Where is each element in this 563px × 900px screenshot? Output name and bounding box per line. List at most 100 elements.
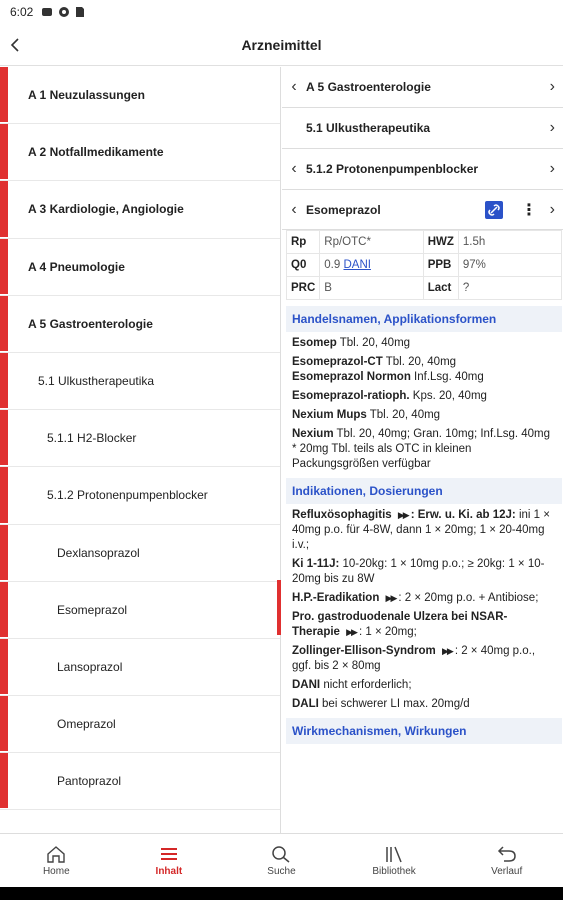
tab-label: Suche xyxy=(267,865,296,877)
tab-suche[interactable]: Suche xyxy=(225,834,338,887)
toc-item-marker xyxy=(0,67,8,123)
toc-item-marker xyxy=(0,467,8,523)
trade-name-item: Nexium Tbl. 20, 40mg; Gran. 10mg; Inf.Ls… xyxy=(292,428,551,470)
toc-item[interactable]: A 4 Pneumologie xyxy=(0,238,280,296)
tab-label: Bibliothek xyxy=(372,865,416,877)
section-header-wirkmechanismen[interactable]: Wirkmechanismen, Wirkungen xyxy=(286,718,562,744)
fact-value: 97% xyxy=(457,253,563,277)
toc-item[interactable]: A 5 Gastroenterologie xyxy=(0,295,280,353)
toc-item-marker xyxy=(0,638,8,695)
toc-item-label: A 4 Pneumologie xyxy=(28,259,125,274)
toc-item-marker xyxy=(0,410,8,466)
arrow-icon: ▶▶ xyxy=(397,510,410,520)
more-options-icon[interactable]: ⋮ xyxy=(521,200,537,220)
toc-item[interactable]: 5.1 Ulkustherapeutika xyxy=(0,352,280,411)
library-icon xyxy=(386,846,402,862)
trade-name-item: Nexium Mups Tbl. 20, 40mg xyxy=(292,409,441,421)
next-drug-button[interactable]: › xyxy=(550,201,555,219)
nav-label: 5.1 Ulkustherapeutika xyxy=(306,121,431,135)
fact-value: ? xyxy=(457,276,563,300)
toc-item-label: Lansoprazol xyxy=(57,659,123,674)
toc-item[interactable]: A 1 Neuzulassungen xyxy=(0,67,280,125)
tab-verlauf[interactable]: Verlauf xyxy=(450,834,563,887)
nav-protonenpumpenblocker[interactable]: ‹ 5.1.2 Protonenpumpenblocker › xyxy=(282,149,563,190)
trade-name-item: Esomep Tbl. 20, 40mg xyxy=(292,337,411,349)
tab-inhalt[interactable]: Inhalt xyxy=(113,834,226,887)
fact-value: Rp/OTC* xyxy=(319,230,424,254)
back-arrow-icon xyxy=(10,37,19,52)
search-icon xyxy=(272,845,290,863)
fact-key: HWZ xyxy=(422,230,459,254)
status-bar: 6:02 xyxy=(0,0,563,833)
toc-item-marker xyxy=(0,295,8,351)
sync-icon xyxy=(59,7,70,17)
toc-item[interactable]: A 2 Notfallmedikamente xyxy=(0,124,280,182)
toc-item[interactable]: Omeprazol xyxy=(0,696,280,754)
chevron-left-icon: ‹ xyxy=(291,78,297,95)
toc-item-label: Pantoprazol xyxy=(57,774,122,789)
bottom-navigation: Home Inhalt Suche Bibliothek Verlauf xyxy=(0,833,563,887)
drug-title: Esomeprazol xyxy=(306,202,381,217)
nav-gastroenterologie[interactable]: ‹ A 5 Gastroenterologie › xyxy=(282,67,563,108)
arrow-icon: ▶▶ xyxy=(385,593,398,603)
fact-key: PRC xyxy=(285,276,321,300)
toc-item[interactable]: A 3 Kardiologie, Angiologie xyxy=(0,181,280,239)
back-button[interactable] xyxy=(0,24,30,66)
toc-item[interactable]: Dexlansoprazol xyxy=(0,524,280,582)
toc-item[interactable]: 5.1.1 H2-Blocker xyxy=(0,410,280,468)
scroll-indicator[interactable] xyxy=(277,580,281,635)
toc-item-marker xyxy=(0,352,8,409)
chevron-left-icon: ‹ xyxy=(291,160,297,177)
drug-facts-table: Rp Rp/OTC* HWZ 1.5h Q0 0.9 DANI PPB 97% … xyxy=(285,230,563,300)
fact-key: Q0 xyxy=(285,253,321,277)
nav-ulkustherapeutika[interactable]: 5.1 Ulkustherapeutika › xyxy=(282,108,563,149)
toc-item[interactable]: Esomeprazol xyxy=(0,581,280,639)
toc-item-marker xyxy=(0,753,8,809)
toc-item-label: Dexlansoprazol xyxy=(57,545,140,560)
toc-item-marker xyxy=(0,696,8,752)
app-bar: Arzneimittel xyxy=(0,24,563,66)
fact-key: Lact xyxy=(422,276,459,300)
tab-label: Verlauf xyxy=(491,865,523,877)
tab-label: Home xyxy=(42,865,70,877)
toc-item-marker xyxy=(0,124,8,180)
fact-key: PPB xyxy=(422,253,459,277)
prev-drug-button[interactable]: ‹ xyxy=(282,201,306,219)
nav-label: 5.1.2 Protonenpumpenblocker xyxy=(306,162,479,176)
toc-item-label: A 3 Kardiologie, Angiologie xyxy=(28,202,184,217)
link-icon xyxy=(488,203,500,216)
indication-item: Ki 1-11J: 10-20kg: 1 × 10mg p.o.; ≥ 20kg… xyxy=(292,558,545,585)
home-icon xyxy=(47,845,65,863)
sd-card-icon xyxy=(76,7,85,17)
fact-value: 0.9 xyxy=(324,259,341,271)
drug-header: ‹ Esomeprazol ⋮ › xyxy=(282,190,563,230)
chevron-right-icon: › xyxy=(549,160,555,177)
toc-item[interactable]: Lansoprazol xyxy=(0,638,280,697)
arrow-icon: ▶▶ xyxy=(346,627,358,637)
indication-item: Pro. gastroduodenale Ulzera bei NSAR-The… xyxy=(292,611,508,638)
toc-item[interactable]: 5.1.2 Protonenpumpenblocker xyxy=(0,467,280,525)
fact-value: B xyxy=(319,276,424,300)
toc-item-label: 5.1.2 Protonenpumpenblocker xyxy=(47,488,208,503)
indication-item: DANI nicht erforderlich; xyxy=(292,679,412,691)
fact-value: 1.5h xyxy=(457,230,563,254)
table-of-contents: A 1 Neuzulassungen A 2 Notfallmedikamente… xyxy=(0,67,281,833)
toc-item-label: 5.1 Ulkustherapeutika xyxy=(38,374,155,389)
toc-item-marker xyxy=(0,524,8,580)
toc-item[interactable]: Pantoprazol xyxy=(0,753,280,811)
fact-key: Rp xyxy=(285,230,321,254)
toc-item-label: Omeprazol xyxy=(57,717,116,732)
indication-item: DALI bei schwerer LI max. 20mg/d xyxy=(292,698,470,710)
tab-bibliothek[interactable]: Bibliothek xyxy=(338,834,451,887)
section-header-indikationen[interactable]: Indikationen, Dosierungen xyxy=(286,478,562,504)
tab-home[interactable]: Home xyxy=(0,834,113,887)
section-header-handelsnamen[interactable]: Handelsnamen, Applikationsformen xyxy=(286,306,562,332)
history-icon xyxy=(497,845,516,862)
toc-item-marker xyxy=(0,181,8,237)
page-title: Arzneimittel xyxy=(241,36,322,53)
trade-name-note: * 20mg Tbl. teils als OTC in kleinen Pac… xyxy=(292,443,472,470)
toc-item-label: A 5 Gastroenterologie xyxy=(28,316,153,331)
dani-link[interactable]: DANI xyxy=(343,259,370,271)
drug-detail-panel: ‹ A 5 Gastroenterologie › 5.1 Ulkusthera… xyxy=(282,67,563,833)
link-button[interactable] xyxy=(485,200,503,219)
